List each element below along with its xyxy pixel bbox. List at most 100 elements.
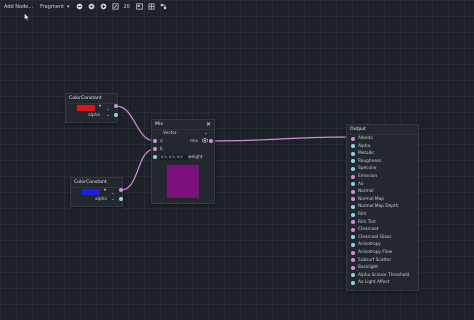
input-port[interactable] xyxy=(351,220,355,225)
output-port-row[interactable]: Anisotropy Flow xyxy=(351,250,392,255)
input-port[interactable] xyxy=(351,227,355,232)
weight-value-field[interactable]: 0.5, 0.5, 0.5 xyxy=(160,154,188,160)
output-mix-label: mix xyxy=(190,139,198,144)
expand-chevron-icon[interactable]: ⌄ xyxy=(106,113,110,118)
alpha-output-port[interactable] xyxy=(114,113,118,117)
output-port-row[interactable]: Emission xyxy=(351,174,377,179)
preview-eye-icon[interactable] xyxy=(202,138,208,143)
port-label: Roughness xyxy=(358,158,382,164)
output-port-row[interactable]: Rim Tint xyxy=(351,220,376,225)
input-a-port[interactable] xyxy=(153,139,157,143)
output-port-row[interactable]: Ao xyxy=(351,182,364,187)
color-output-port[interactable] xyxy=(114,104,118,108)
input-port[interactable] xyxy=(351,144,355,149)
port-label: Anisotropy xyxy=(358,242,381,248)
color-swatch[interactable] xyxy=(77,105,95,111)
port-label: Subsurf Scatter xyxy=(358,257,392,263)
output-port-row[interactable]: Anisotropy xyxy=(351,242,381,247)
weight-label: weight xyxy=(188,155,203,160)
mix-type-select[interactable]: Vector ⌄ xyxy=(160,130,208,136)
port-label: Normal Map xyxy=(358,196,384,202)
input-port[interactable] xyxy=(351,250,355,255)
wire-mix-to-albedo xyxy=(210,136,351,142)
port-label: Rim xyxy=(358,212,367,217)
expand-chevron-icon[interactable]: ⌄ xyxy=(111,197,115,202)
input-port[interactable] xyxy=(351,159,355,164)
output-port-row[interactable]: Specular xyxy=(351,166,377,171)
input-port[interactable] xyxy=(351,235,355,240)
port-label: Normal Map Depth xyxy=(358,204,399,210)
port-label: Alpha xyxy=(358,143,371,149)
input-port[interactable] xyxy=(351,212,355,217)
output-port-row[interactable]: Normal Map xyxy=(351,197,384,202)
chevron-down-icon: ⌄ xyxy=(204,130,208,136)
port-label: Clearcoat Gloss xyxy=(358,234,392,240)
alpha-label: alpha xyxy=(95,197,107,202)
input-port[interactable] xyxy=(351,166,355,171)
color-picker-toggle[interactable]: ▾ xyxy=(99,104,101,109)
output-node[interactable]: Output Albedo Alpha Metallic Roughness Specu… xyxy=(346,124,419,291)
input-port[interactable] xyxy=(351,151,355,156)
input-port[interactable] xyxy=(351,265,355,270)
output-port-row[interactable]: Roughness xyxy=(351,159,381,164)
port-label: Albedo xyxy=(358,136,373,141)
node-title: Mix ✕ xyxy=(152,120,214,130)
input-port[interactable] xyxy=(351,189,355,194)
input-port[interactable] xyxy=(351,204,355,209)
output-port-row[interactable]: Backlight xyxy=(351,265,378,270)
input-port[interactable] xyxy=(351,273,355,278)
output-port-row[interactable]: Clearcoat xyxy=(351,227,378,232)
output-port-row[interactable]: Metallic xyxy=(351,151,375,156)
color-output-port[interactable] xyxy=(119,188,123,192)
port-label: Ao xyxy=(358,181,364,187)
port-label: Specular xyxy=(358,166,377,172)
color-constant-node[interactable]: ColorConstant ▾ ⌄ alpha ⌄ xyxy=(70,177,123,207)
node-title: Output xyxy=(347,125,418,135)
mix-type-label: Vector xyxy=(163,130,177,136)
color-picker-toggle[interactable]: ▾ xyxy=(104,188,106,193)
input-b-label: b xyxy=(160,147,163,152)
mix-preview xyxy=(167,165,199,198)
input-b-port[interactable] xyxy=(153,147,157,151)
output-port-row[interactable]: Albedo xyxy=(351,136,373,141)
expand-chevron-icon[interactable]: ⌄ xyxy=(111,191,115,196)
output-port-row[interactable]: Subsurf Scatter xyxy=(351,258,391,263)
port-label: Rim Tint xyxy=(358,219,376,225)
input-a-label: a xyxy=(160,139,163,144)
weight-input-port[interactable] xyxy=(153,155,157,159)
port-label: Metallic xyxy=(358,151,375,157)
input-port[interactable] xyxy=(351,136,355,141)
output-port-row[interactable]: Clearcoat Gloss xyxy=(351,235,391,240)
weight-value-text: 0.5, 0.5, 0.5 xyxy=(161,155,183,159)
input-port[interactable] xyxy=(351,280,355,285)
port-label: Clearcoat xyxy=(358,227,379,233)
close-icon[interactable]: ✕ xyxy=(206,121,211,128)
port-label: Normal xyxy=(358,189,374,195)
output-port-row[interactable]: Normal xyxy=(351,189,374,194)
input-port[interactable] xyxy=(351,242,355,247)
output-port-row[interactable]: Rim xyxy=(351,212,366,217)
input-port[interactable] xyxy=(351,182,355,187)
mix-output-port[interactable] xyxy=(209,139,213,143)
wire-constant2-to-mix-b xyxy=(120,148,156,191)
output-port-row[interactable]: Alpha xyxy=(351,144,370,149)
node-title: ColorConstant xyxy=(71,178,122,188)
port-label: Ao Light Affect xyxy=(358,280,390,286)
port-label: Anisotropy Flow xyxy=(358,250,393,255)
color-constant-node[interactable]: ColorConstant ▾ ⌄ alpha ⌄ xyxy=(65,93,118,123)
input-port[interactable] xyxy=(351,174,355,179)
node-title: ColorConstant xyxy=(66,94,117,104)
input-port[interactable] xyxy=(351,258,355,263)
mix-node[interactable]: Mix ✕ Vector ⌄ a mix b 0.5, 0.5, 0.5 wei… xyxy=(151,119,215,204)
wire-constant1-to-mix-a xyxy=(115,105,156,142)
output-port-row[interactable]: Alpha Scissor Threshold xyxy=(351,273,409,278)
color-swatch[interactable] xyxy=(82,189,100,195)
output-port-row[interactable]: Ao Light Affect xyxy=(351,280,390,285)
expand-chevron-icon[interactable]: ⌄ xyxy=(106,107,110,112)
port-label: Alpha Scissor Threshold xyxy=(358,272,410,278)
output-port-row[interactable]: Normal Map Depth xyxy=(351,204,398,209)
input-port[interactable] xyxy=(351,197,355,202)
port-label: Backlight xyxy=(358,265,378,271)
alpha-label: alpha xyxy=(88,113,100,118)
alpha-output-port[interactable] xyxy=(119,197,123,201)
